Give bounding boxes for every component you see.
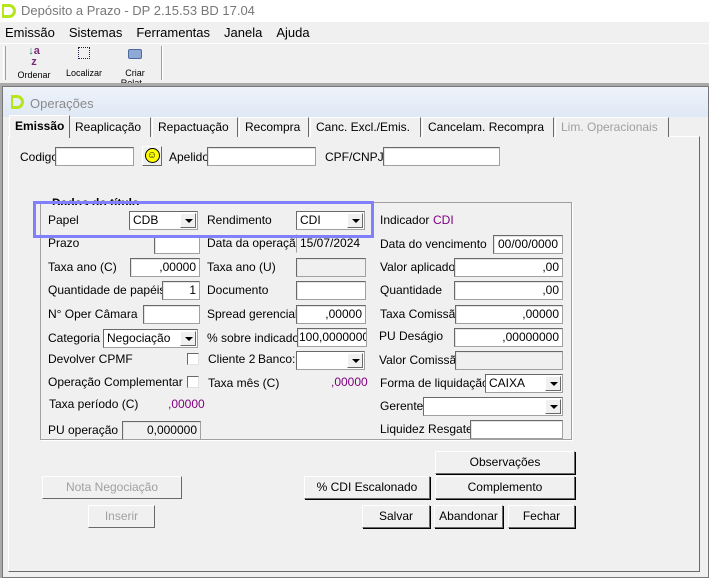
menu-ferramentas[interactable]: Ferramentas (136, 25, 210, 40)
criar-relatorio-button[interactable]: Criar Relat... (110, 46, 160, 88)
taxa-mes-value: ,00000 (331, 375, 368, 389)
noper-camara-label: N° Oper Câmara (48, 307, 138, 321)
op-complementar-checkbox[interactable] (187, 376, 199, 388)
tab-canc-excl-emis[interactable]: Canc. Excl./Emis. (310, 117, 421, 137)
taxa-periodo-label: Taxa período (C) (49, 397, 139, 411)
complemento-button[interactable]: Complemento (435, 476, 575, 499)
taxa-ano-u-input (296, 258, 366, 277)
pu-desagio-input[interactable]: ,00000000 (454, 328, 563, 347)
printer-icon (128, 49, 142, 59)
taxa-ano-u-label: Taxa ano (U) (207, 260, 276, 274)
prazo-label: Prazo (48, 236, 80, 250)
observacoes-button[interactable]: Observações (435, 451, 575, 474)
tab-repactuacao[interactable]: Repactuação (152, 117, 238, 137)
noper-camara-input[interactable] (143, 305, 200, 324)
tab-lim-operacionais[interactable]: Lim. Operacionais (555, 117, 669, 137)
op-complementar-label: Operação Complementar (48, 375, 183, 389)
toolbar-grip (3, 46, 6, 80)
spread-input[interactable]: ,00000 (296, 305, 366, 324)
abandonar-button[interactable]: Abandonar (434, 505, 503, 528)
toolbar (0, 43, 709, 83)
valor-comissao-label: Valor Comissão (379, 353, 463, 367)
chevron-down-icon[interactable] (347, 353, 363, 368)
taxa-comissao-label: Taxa Comissão (380, 307, 463, 321)
indicador-value: CDI (433, 213, 454, 227)
taxa-periodo-value: ,00000 (168, 397, 205, 411)
qtd-papeis-label: Quantidade de papéis (48, 283, 166, 297)
menu-emissao[interactable]: Emissão (5, 25, 55, 40)
smiley-button[interactable]: ☺ (142, 146, 162, 166)
localizar-button[interactable]: Localizar (64, 46, 104, 78)
ordenar-button[interactable]: ↓a z Ordenar (14, 45, 54, 81)
smiley-icon: ☺ (144, 148, 160, 163)
highlight-box (33, 201, 374, 238)
documento-input[interactable] (296, 281, 366, 300)
fechar-button[interactable]: Fechar (508, 505, 575, 528)
app-logo-icon (2, 4, 16, 18)
pct-indicador-input[interactable]: 100,0000000 (297, 328, 367, 347)
qtd-papeis-input[interactable]: 1 (162, 281, 200, 300)
window-title: Depósito a Prazo - DP 2.15.53 BD 17.04 (21, 3, 255, 18)
data-operacao-label: Data da operação (207, 236, 303, 250)
codigo-input[interactable] (55, 147, 134, 166)
liquidacao-label: Forma de liquidação (380, 376, 489, 390)
pu-desagio-label: PU Deságio (379, 329, 444, 343)
inserir-button[interactable]: Inserir (88, 505, 155, 528)
apelido-input[interactable] (207, 147, 316, 166)
vencimento-label: Data do vencimento (380, 237, 487, 251)
quantidade-label: Quantidade (380, 283, 443, 297)
tab-cancelam-recompra[interactable]: Cancelam. Recompra (422, 117, 554, 137)
find-icon (78, 47, 90, 59)
categoria-select[interactable]: Negociação (103, 329, 198, 348)
menu-ajuda[interactable]: Ajuda (276, 25, 309, 40)
quantidade-input[interactable]: ,00 (454, 281, 563, 300)
pu-operacao-input: 0,000000 (122, 421, 201, 440)
gerente-select[interactable] (423, 397, 563, 416)
tab-recompra[interactable]: Recompra (239, 117, 309, 137)
indicador-label: Indicador (380, 213, 430, 227)
nota-negociacao-button[interactable]: Nota Negociação (42, 476, 182, 499)
codigo-label: Codigo (20, 150, 59, 164)
vencimento-input[interactable]: 00/00/0000 (493, 235, 563, 254)
tab-emissao[interactable]: Emissão (9, 115, 71, 138)
banco-select[interactable] (296, 351, 365, 370)
valor-comissao-input (455, 351, 563, 370)
liquidez-label: Liquidez Resgate (380, 422, 473, 436)
taxa-ano-c-label: Taxa ano (C) (48, 260, 117, 274)
documento-label: Documento (207, 283, 269, 297)
gerente-label: Gerente (380, 399, 424, 413)
menu-janela[interactable]: Janela (224, 25, 262, 40)
taxa-comissao-input[interactable]: ,00000 (455, 305, 563, 324)
categoria-label: Categoria (48, 331, 101, 345)
liquidacao-select[interactable]: CAIXA (485, 374, 563, 393)
chevron-down-icon[interactable] (545, 376, 561, 391)
liquidez-input[interactable] (470, 420, 563, 439)
menu-bar: Emissão Sistemas Ferramentas Janela Ajuda (5, 26, 324, 40)
cpmf-label: Devolver CPMF (48, 352, 133, 366)
salvar-button[interactable]: Salvar (362, 505, 430, 528)
taxa-mes-label: Taxa mês (C) (208, 376, 280, 390)
window-caption (3, 87, 708, 117)
taxa-ano-c-input[interactable]: ,00000 (130, 258, 200, 277)
valor-aplicado-label: Valor aplicado (380, 260, 456, 274)
cliente2-label: Cliente 2 (208, 352, 256, 366)
spread-label: Spread gerencial (207, 307, 298, 321)
chevron-down-icon[interactable] (180, 331, 196, 346)
cdi-escalonado-button[interactable]: % CDI Escalonado (304, 476, 430, 499)
window-caption-title: Operações (30, 96, 94, 111)
menu-sistemas[interactable]: Sistemas (69, 25, 122, 40)
banco-label: Banco: (258, 352, 296, 366)
cpf-input[interactable] (383, 147, 500, 166)
tab-reaplicacao[interactable]: Reaplicação (69, 117, 151, 137)
chevron-down-icon[interactable] (545, 399, 561, 414)
valor-aplicado-input[interactable]: ,00 (454, 258, 563, 277)
pu-operacao-label: PU operação (48, 423, 119, 437)
apelido-label: Apelido (169, 150, 210, 164)
sort-az-icon: ↓a z (28, 45, 40, 68)
cpf-label: CPF/CNPJ (325, 150, 384, 164)
cpmf-checkbox[interactable] (187, 353, 199, 365)
toolbar-separator (161, 46, 163, 80)
pct-indicador-label: % sobre indicador (207, 331, 304, 345)
